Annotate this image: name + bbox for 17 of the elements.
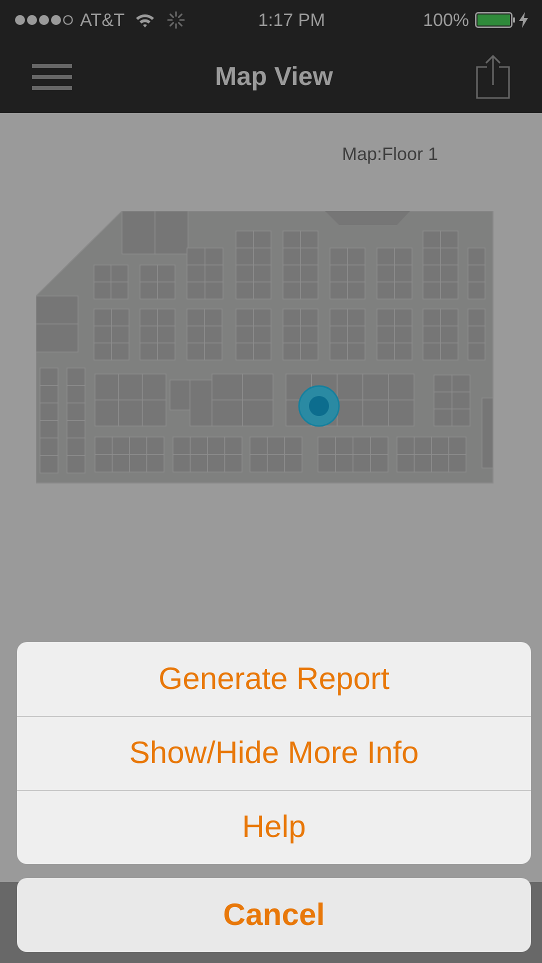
spinner-icon xyxy=(166,11,185,29)
menu-icon[interactable] xyxy=(32,64,72,90)
location-marker-icon xyxy=(298,385,340,427)
screen-title: Map View xyxy=(214,61,333,91)
cancel-button[interactable]: Cancel xyxy=(17,878,531,952)
action-sheet-option[interactable]: Show/Hide More Info xyxy=(17,716,531,790)
carrier-name: AT&T xyxy=(80,8,125,32)
action-sheet-option[interactable]: Generate Report xyxy=(17,642,531,716)
wifi-icon xyxy=(134,12,155,28)
charging-icon xyxy=(519,12,528,28)
signal-icon xyxy=(14,14,74,26)
action-sheet-option[interactable]: Help xyxy=(17,790,531,864)
map-label: Map:Floor 1 xyxy=(342,143,438,166)
battery-icon xyxy=(475,12,517,28)
battery-percentage: 100% xyxy=(422,8,469,32)
status-time: 1:17 PM xyxy=(257,8,326,32)
share-icon[interactable] xyxy=(476,54,510,98)
